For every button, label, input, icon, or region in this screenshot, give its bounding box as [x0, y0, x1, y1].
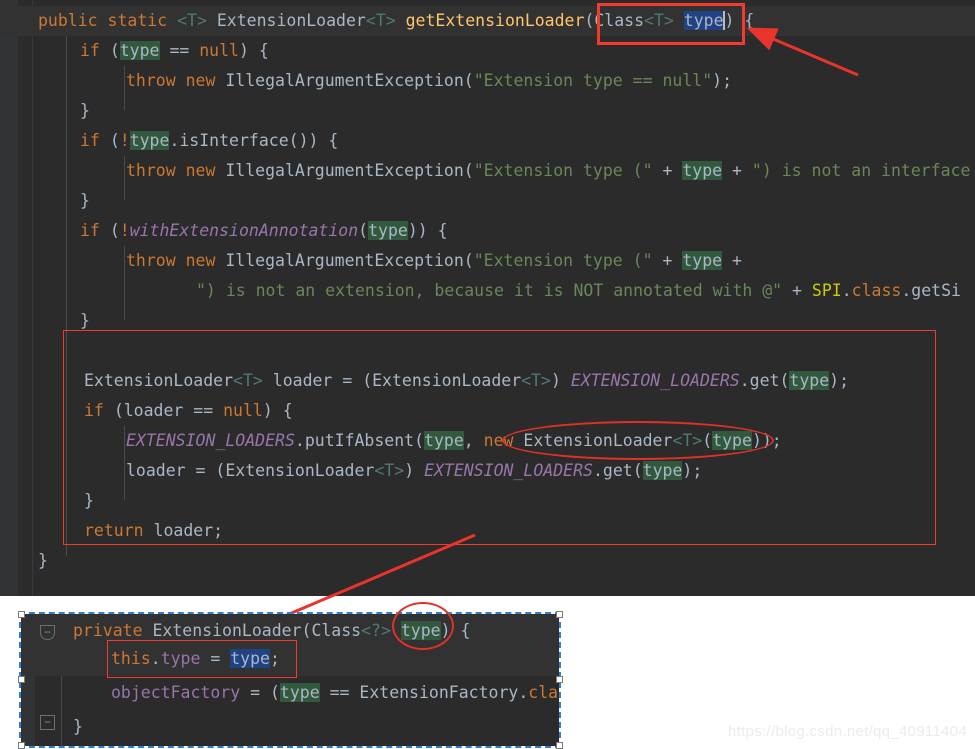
code-line-loader-assign[interactable]: loader = (ExtensionLoader<T>) EXTENSION_…: [126, 456, 702, 486]
code-line-close-method[interactable]: }: [38, 546, 48, 576]
indent-guide: [124, 66, 125, 110]
resize-handle-top-left[interactable]: [18, 611, 25, 618]
indent-guide: [66, 36, 67, 556]
resize-handle-middle-right[interactable]: [556, 676, 563, 683]
indent-guide: [124, 246, 125, 320]
code-line-putifabsent[interactable]: EXTENSION_LOADERS.putIfAbsent(type, new …: [126, 426, 782, 456]
code-line-throw-null[interactable]: throw new IllegalArgumentException("Exte…: [126, 66, 732, 96]
pasted-screenshot-panel[interactable]: − − private ExtensionLoader(Class<?> typ…: [19, 612, 561, 748]
paste-line-close-brace[interactable]: }: [73, 710, 83, 744]
code-line-if-annotation[interactable]: if (!withExtensionAnnotation(type)) {: [80, 216, 448, 246]
code-line-throw-annotation[interactable]: throw new IllegalArgumentException("Exte…: [126, 246, 742, 276]
code-line-throw-annotation-cont[interactable]: ") is not an extension, because it is NO…: [196, 276, 961, 306]
watermark-text: https://blog.csdn.net/qq_40911404: [728, 723, 967, 740]
code-line-if-loader-null[interactable]: if (loader == null) {: [84, 396, 293, 426]
resize-handle-middle-left[interactable]: [18, 676, 25, 683]
code-editor[interactable]: public static <T> ExtensionLoader<T> get…: [0, 0, 975, 596]
code-line-return-loader[interactable]: return loader;: [84, 516, 223, 546]
code-line-loader-decl[interactable]: ExtensionLoader<T> loader = (ExtensionLo…: [84, 366, 849, 396]
code-line-close-brace-4[interactable]: }: [84, 486, 94, 516]
code-line-throw-interface[interactable]: throw new IllegalArgumentException("Exte…: [126, 156, 970, 186]
code-line-close-brace-2[interactable]: }: [80, 186, 90, 216]
code-line-blank[interactable]: [80, 336, 90, 366]
code-line-signature[interactable]: public static <T> ExtensionLoader<T> get…: [38, 6, 754, 36]
fold-marker-collapse-top[interactable]: −: [40, 625, 55, 640]
paste-line-object-factory[interactable]: objectFactory = (type == ExtensionFactor…: [111, 676, 558, 710]
editor-gutter[interactable]: [0, 0, 18, 596]
code-line-close-brace-1[interactable]: }: [80, 96, 90, 126]
paste-line-this-type[interactable]: this.type = type;: [111, 642, 280, 676]
code-line-close-brace-3[interactable]: }: [80, 306, 90, 336]
code-line-if-interface[interactable]: if (!type.isInterface()) {: [80, 126, 338, 156]
fold-marker-collapse-bottom[interactable]: −: [40, 715, 55, 730]
resize-handle-top-right[interactable]: [556, 611, 563, 618]
indent-guide: [124, 156, 125, 200]
code-line-if-null[interactable]: if (type == null) {: [80, 36, 269, 66]
indent-guide: [124, 426, 125, 500]
editor-fold-rail[interactable]: [18, 0, 33, 596]
